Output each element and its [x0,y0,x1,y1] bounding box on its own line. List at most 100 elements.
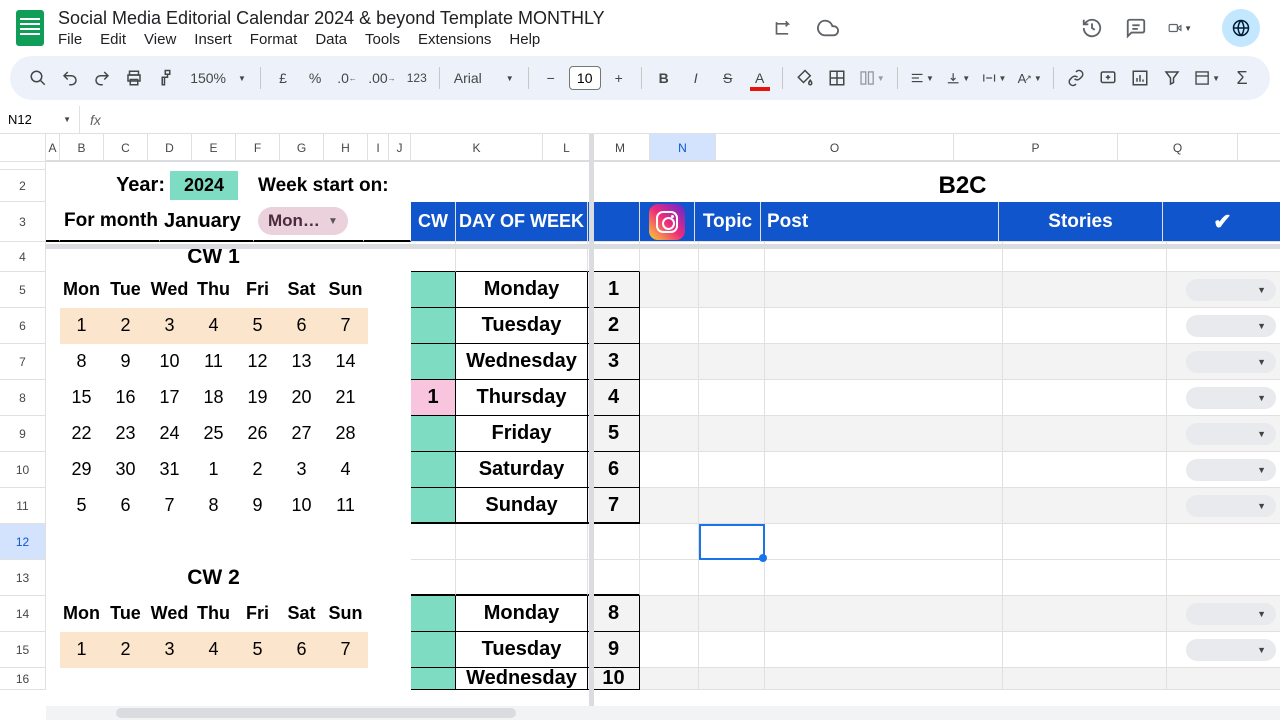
cal-d[interactable]: 16 [104,380,148,416]
cell[interactable] [1167,668,1280,690]
dow-wed[interactable]: Wed [148,596,192,632]
cal-d[interactable]: 2 [104,308,148,344]
filter-button[interactable] [1158,63,1186,93]
cell[interactable] [765,488,1003,524]
dow-sun[interactable]: Sun [324,596,368,632]
row-header-8[interactable]: 8 [0,380,45,416]
cell[interactable] [411,272,456,308]
cal-d[interactable]: 23 [104,416,148,452]
cell[interactable] [765,524,1003,560]
cell[interactable] [640,308,699,344]
cal-d[interactable]: 3 [148,308,192,344]
cloud-icon[interactable] [816,16,840,40]
cell[interactable] [1003,632,1167,668]
cell[interactable] [765,344,1003,380]
search-icon[interactable] [24,63,52,93]
cal-d[interactable]: 29 [60,452,104,488]
freeze-bar-vertical[interactable] [589,134,594,720]
cell[interactable] [699,632,765,668]
col-header-m[interactable]: M [591,134,650,161]
cell[interactable] [1003,668,1167,690]
cell[interactable] [588,560,640,596]
insert-chart-button[interactable] [1126,63,1154,93]
cell[interactable] [588,524,640,560]
cell[interactable] [699,560,765,596]
dropdown-cell[interactable]: ▼ [1167,632,1280,668]
cell[interactable] [640,632,699,668]
menu-help[interactable]: Help [509,31,540,48]
col-header-p[interactable]: P [954,134,1118,161]
cell[interactable] [1003,272,1167,308]
cal-d[interactable]: 31 [148,452,192,488]
dow-mon[interactable]: Mon [60,272,104,308]
cell[interactable] [699,452,765,488]
cal-d[interactable]: 7 [324,308,368,344]
cell[interactable] [456,560,588,596]
row-header-2[interactable]: 2 [0,170,45,202]
cell[interactable] [368,308,411,344]
col-header-b[interactable]: B [60,134,104,161]
row-header-3[interactable]: 3 [0,202,45,242]
halign-button[interactable]: ▼ [906,63,938,93]
cell[interactable] [765,380,1003,416]
dropdown-cell[interactable]: ▼ [1167,452,1280,488]
dow-tue[interactable]: Tue [104,272,148,308]
menu-extensions[interactable]: Extensions [418,31,491,48]
day-fri[interactable]: Friday [456,416,588,452]
dow-fri[interactable]: Fri [236,272,280,308]
cal-d[interactable]: 5 [60,488,104,524]
stories-header[interactable]: Stories [999,202,1163,242]
cal-d[interactable]: 27 [280,416,324,452]
cell[interactable] [640,416,699,452]
col-header-a[interactable]: A [46,134,60,161]
dow-mon[interactable]: Mon [60,596,104,632]
cell[interactable] [699,668,765,690]
cell[interactable] [699,380,765,416]
day-tue[interactable]: Tuesday [456,632,588,668]
cell-n12[interactable] [699,524,765,560]
freeze-bar-horizontal[interactable] [46,160,1280,162]
day-wed[interactable]: Wednesday [456,344,588,380]
row-header-16[interactable]: 16 [0,668,45,690]
cal-d[interactable]: 19 [236,380,280,416]
valign-button[interactable]: ▼ [942,63,974,93]
cell[interactable] [368,488,411,524]
daynum-8[interactable]: 8 [588,596,640,632]
formonth-label[interactable]: For month: [60,202,160,242]
daynum-4[interactable]: 4 [588,380,640,416]
row-header-4[interactable]: 4 [0,242,45,272]
cell[interactable] [46,162,1280,170]
link-button[interactable] [1062,63,1090,93]
wrap-button[interactable]: ▼ [978,63,1010,93]
zoom-select[interactable]: 150%▼ [184,63,252,93]
cell[interactable] [699,308,765,344]
cell[interactable] [640,524,699,560]
row-header-13[interactable]: 13 [0,560,45,596]
cell[interactable] [46,596,60,632]
col-header-n[interactable]: N [650,134,716,161]
cal-d[interactable]: 6 [280,308,324,344]
cal-d[interactable]: 1 [60,308,104,344]
cal-d[interactable]: 20 [280,380,324,416]
menu-edit[interactable]: Edit [100,31,126,48]
cal-d[interactable]: 4 [192,308,236,344]
cal-d[interactable]: 7 [324,632,368,668]
cell[interactable] [1003,344,1167,380]
cell[interactable] [640,272,699,308]
dropdown-cell[interactable]: ▼ [1167,308,1280,344]
menu-format[interactable]: Format [250,31,298,48]
cell[interactable] [46,416,60,452]
cell[interactable] [411,488,456,524]
menu-data[interactable]: Data [315,31,347,48]
menu-view[interactable]: View [144,31,176,48]
text-color-button[interactable]: A [746,63,774,93]
row-header-12[interactable]: 12 [0,524,45,560]
cell[interactable] [411,308,456,344]
cell[interactable] [46,488,60,524]
cell[interactable] [368,560,411,596]
cell[interactable] [640,668,699,690]
cw2-label[interactable]: CW 2 [60,560,368,596]
cell[interactable] [765,668,1003,690]
cell[interactable] [46,380,60,416]
cw-num[interactable]: 1 [411,380,456,416]
